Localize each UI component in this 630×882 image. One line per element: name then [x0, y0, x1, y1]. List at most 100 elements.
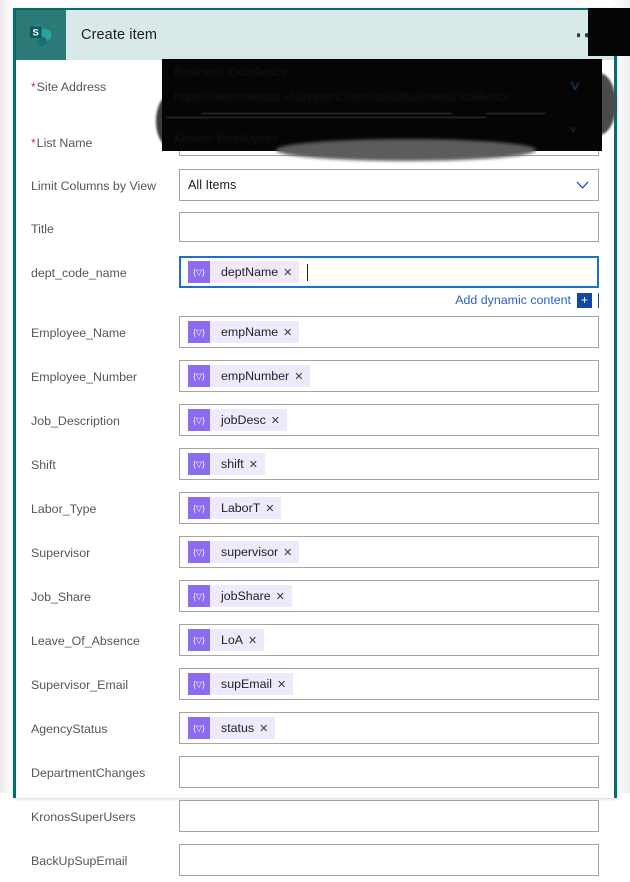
field-label-dept-code-name: dept_code_name	[31, 266, 127, 280]
variable-icon: {▽}	[188, 541, 210, 563]
field-label-limit-columns-by-view: Limit Columns by View	[31, 179, 157, 193]
field-label-job-share: Job_Share	[31, 590, 91, 604]
remove-token-icon[interactable]: ✕	[275, 585, 292, 607]
remove-token-icon[interactable]: ✕	[282, 261, 299, 283]
menu-dot	[593, 33, 597, 37]
dynamic-content-token[interactable]: {▽} LaborT ✕	[188, 497, 282, 519]
token-label: empNumber	[221, 369, 290, 383]
employee-name-input[interactable]: {▽} empName ✕	[179, 316, 599, 348]
dynamic-content-token[interactable]: {▽} jobDesc ✕	[188, 409, 287, 431]
dynamic-content-token[interactable]: {▽} empNumber ✕	[188, 365, 311, 387]
dept-code-name-input[interactable]: {▽} deptName ✕	[179, 256, 599, 288]
chevron-down-icon[interactable]	[576, 137, 589, 145]
variable-icon: {▽}	[188, 497, 210, 519]
dynamic-content-token[interactable]: {▽} jobShare ✕	[188, 585, 292, 607]
field-label-labor-type: Labor_Type	[31, 502, 97, 516]
dynamic-content-token[interactable]: {▽} supervisor ✕	[188, 541, 300, 563]
required-asterisk: *	[31, 80, 36, 94]
list-name-input[interactable]	[179, 126, 599, 156]
variable-icon: {▽}	[188, 717, 210, 739]
menu-dot	[585, 33, 589, 37]
field-label-job-description: Job_Description	[31, 414, 120, 428]
variable-icon: {▽}	[188, 585, 210, 607]
field-row-employee-name: Employee_Name {▽} empName ✕	[31, 316, 599, 354]
token-label: supervisor	[221, 545, 279, 559]
svg-text:{▽}: {▽}	[193, 548, 205, 557]
title-input[interactable]	[179, 212, 599, 242]
add-dynamic-content-plus-button[interactable]: +	[577, 292, 592, 308]
job-share-input[interactable]: {▽} jobShare ✕	[179, 580, 599, 612]
site-address-input[interactable]	[179, 70, 599, 100]
remove-token-icon[interactable]: ✕	[248, 453, 265, 475]
field-row-supervisor-email: Supervisor_Email {▽} supEmail ✕	[31, 668, 599, 706]
job-description-input[interactable]: {▽} jobDesc ✕	[179, 404, 599, 436]
add-dynamic-content-row: Add dynamic content +	[179, 288, 599, 312]
field-row-department-changes: DepartmentChanges	[31, 756, 599, 794]
variable-icon: {▽}	[188, 365, 210, 387]
chevron-down-icon[interactable]	[576, 181, 589, 189]
svg-text:{▽}: {▽}	[193, 460, 205, 469]
chevron-down-icon[interactable]	[576, 81, 589, 89]
field-row-site-address: *Site Address	[31, 70, 599, 108]
variable-icon: {▽}	[188, 409, 210, 431]
variable-icon: {▽}	[188, 453, 210, 475]
dynamic-content-token[interactable]: {▽} status ✕	[188, 717, 276, 739]
card-body: *Site Address *List Name Limit Columns b…	[16, 60, 614, 882]
svg-text:{▽}: {▽}	[193, 504, 205, 513]
field-row-shift: Shift {▽} shift ✕	[31, 448, 599, 486]
remove-token-icon[interactable]: ✕	[247, 629, 264, 651]
remove-token-icon[interactable]: ✕	[264, 497, 281, 519]
supervisor-email-input[interactable]: {▽} supEmail ✕	[179, 668, 599, 700]
dynamic-content-token[interactable]: {▽} supEmail ✕	[188, 673, 294, 695]
shift-input[interactable]: {▽} shift ✕	[179, 448, 599, 480]
kronos-super-users-input[interactable]	[179, 800, 599, 832]
token-label: supEmail	[221, 677, 272, 691]
svg-text:{▽}: {▽}	[193, 372, 205, 381]
required-asterisk: *	[31, 136, 36, 150]
field-label-department-changes: DepartmentChanges	[31, 766, 146, 780]
token-label: LoA	[221, 633, 244, 647]
employee-number-input[interactable]: {▽} empNumber ✕	[179, 360, 599, 392]
variable-icon: {▽}	[188, 261, 210, 283]
field-row-labor-type: Labor_Type {▽} LaborT ✕	[31, 492, 599, 530]
field-row-title: Title	[31, 212, 599, 250]
variable-icon: {▽}	[188, 321, 210, 343]
remove-token-icon[interactable]: ✕	[258, 717, 275, 739]
remove-token-icon[interactable]: ✕	[270, 409, 287, 431]
field-row-supervisor: Supervisor {▽} supervisor ✕	[31, 536, 599, 574]
remove-token-icon[interactable]: ✕	[293, 365, 310, 387]
dynamic-content-token[interactable]: {▽} LoA ✕	[188, 629, 265, 651]
field-row-limit-columns-by-view: Limit Columns by View All Items	[31, 169, 599, 207]
field-label-kronos-super-users: KronosSuperUsers	[31, 810, 136, 824]
labor-type-input[interactable]: {▽} LaborT ✕	[179, 492, 599, 524]
department-changes-input[interactable]	[179, 756, 599, 788]
remove-token-icon[interactable]: ✕	[282, 321, 299, 343]
field-row-job-description: Job_Description {▽} jobDesc ✕	[31, 404, 599, 442]
field-row-list-name: *List Name	[31, 126, 599, 164]
token-label: LaborT	[221, 501, 261, 515]
leave-of-absence-input[interactable]: {▽} LoA ✕	[179, 624, 599, 656]
sharepoint-icon: S	[16, 10, 66, 60]
token-label: shift	[221, 457, 244, 471]
remove-token-icon[interactable]: ✕	[282, 541, 299, 563]
field-label-title: Title	[31, 222, 54, 236]
field-row-kronos-super-users: KronosSuperUsers	[31, 800, 599, 838]
variable-icon: {▽}	[188, 629, 210, 651]
dynamic-content-token[interactable]: {▽} empName ✕	[188, 321, 300, 343]
dynamic-content-token[interactable]: {▽} deptName ✕	[188, 261, 300, 283]
field-row-leave-of-absence: Leave_Of_Absence {▽} LoA ✕	[31, 624, 599, 662]
remove-token-icon[interactable]: ✕	[276, 673, 293, 695]
token-label: jobDesc	[221, 413, 266, 427]
add-dynamic-content-link[interactable]: Add dynamic content	[455, 293, 571, 307]
card-header: S Create item	[16, 10, 614, 60]
limit-columns-by-view-select[interactable]: All Items	[179, 169, 599, 201]
svg-text:{▽}: {▽}	[193, 416, 205, 425]
svg-text:{▽}: {▽}	[193, 328, 205, 337]
dynamic-content-token[interactable]: {▽} shift ✕	[188, 453, 265, 475]
overflow-menu-button[interactable]	[574, 29, 601, 41]
supervisor-input[interactable]: {▽} supervisor ✕	[179, 536, 599, 568]
agency-status-input[interactable]: {▽} status ✕	[179, 712, 599, 744]
backup-sup-email-input[interactable]	[179, 844, 599, 876]
field-label-leave-of-absence: Leave_Of_Absence	[31, 634, 140, 648]
variable-icon: {▽}	[188, 673, 210, 695]
